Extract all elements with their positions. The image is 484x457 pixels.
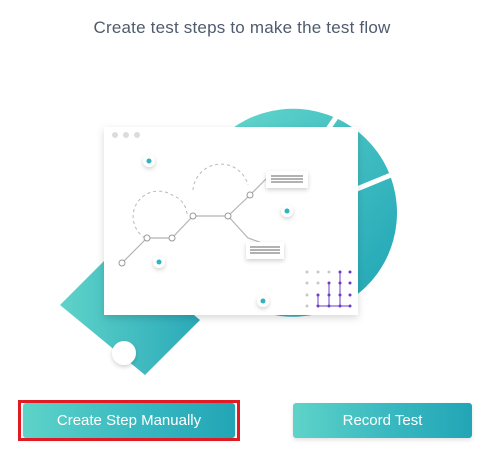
record-test-button[interactable]: Record Test	[293, 403, 472, 438]
browser-window-card	[104, 127, 358, 315]
test-flow-illustration	[60, 92, 409, 375]
create-step-manually-button[interactable]: Create Step Manually	[23, 403, 235, 438]
white-ball-shape	[112, 341, 136, 365]
